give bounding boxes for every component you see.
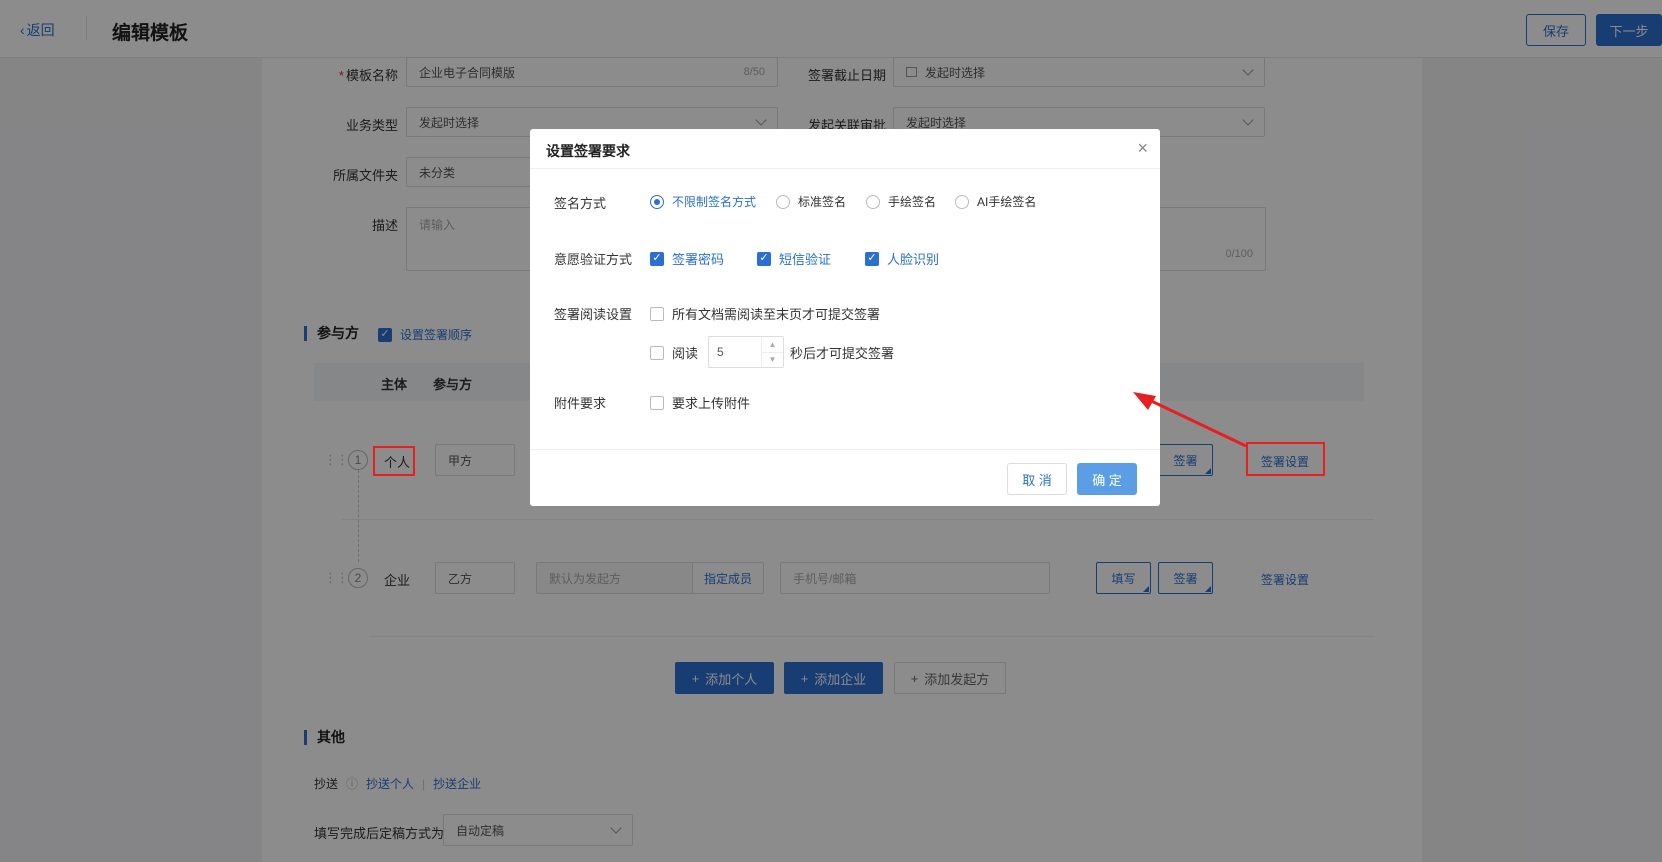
sign-method-standard: 标准签名 <box>798 195 847 209</box>
sign-method-ai-handwritten: AI手绘签名 <box>977 195 1037 209</box>
sign-method-handwritten: 手绘签名 <box>888 195 937 209</box>
modal-header: 设置签署要求 × <box>530 129 1160 169</box>
attach-checkbox[interactable]: 要求上传附件 <box>650 393 750 412</box>
read-seconds-value: 5 <box>717 345 724 359</box>
read-setting-label: 签署阅读设置 <box>554 307 633 322</box>
verify-face: 人脸识别 <box>887 252 940 267</box>
modal-footer-divider <box>530 449 1160 450</box>
read-all-label: 所有文档需阅读至末页才可提交签署 <box>672 307 881 322</box>
checkbox-icon <box>650 345 664 360</box>
cancel-button[interactable]: 取 消 <box>1007 463 1067 495</box>
confirm-button[interactable]: 确 定 <box>1077 463 1137 495</box>
verify-label: 意愿验证方式 <box>554 252 633 267</box>
checkbox-checked-icon: ✓ <box>650 251 664 266</box>
read-seconds-stepper[interactable]: 5 ▲ ▼ <box>708 336 784 368</box>
read-prefix: 阅读 <box>672 346 699 361</box>
checkbox-checked-icon: ✓ <box>757 251 771 266</box>
sign-method-unlimited: 不限制签名方式 <box>672 195 757 209</box>
radio-icon <box>955 194 969 209</box>
chevron-down-icon[interactable]: ▼ <box>762 353 783 368</box>
verify-option[interactable]: ✓ 人脸识别 <box>865 249 939 268</box>
checkbox-icon <box>650 395 664 410</box>
attach-label: 附件要求 <box>554 396 607 411</box>
read-seconds-checkbox[interactable]: 阅读 <box>650 343 698 362</box>
verify-sms: 短信验证 <box>779 252 832 267</box>
attach-option-label: 要求上传附件 <box>672 396 751 411</box>
annotation-box <box>1246 442 1325 476</box>
sign-method-option[interactable]: 标准签名 <box>776 193 846 210</box>
sign-method-option[interactable]: 不限制签名方式 <box>650 193 756 210</box>
radio-icon <box>776 194 790 209</box>
verify-option[interactable]: ✓ 签署密码 <box>650 249 724 268</box>
verify-password: 签署密码 <box>672 252 725 267</box>
read-suffix: 秒后才可提交签署 <box>790 346 895 361</box>
radio-icon <box>866 194 880 209</box>
read-all-checkbox[interactable]: 所有文档需阅读至末页才可提交签署 <box>650 304 880 323</box>
stepper-arrows: ▲ ▼ <box>761 337 783 367</box>
chevron-up-icon[interactable]: ▲ <box>762 337 783 353</box>
close-icon[interactable]: × <box>1137 138 1148 159</box>
checkbox-checked-icon: ✓ <box>865 251 879 266</box>
verify-option[interactable]: ✓ 短信验证 <box>757 249 831 268</box>
sign-method-option[interactable]: 手绘签名 <box>866 193 936 210</box>
sign-method-option[interactable]: AI手绘签名 <box>955 193 1036 210</box>
sign-requirements-modal: 设置签署要求 × 签名方式 不限制签名方式 标准签名 手绘签名 AI手绘签名 意… <box>530 129 1160 506</box>
annotation-box <box>373 446 415 476</box>
radio-checked-icon <box>650 194 664 209</box>
modal-title: 设置签署要求 <box>546 143 630 159</box>
sign-method-label: 签名方式 <box>554 196 607 211</box>
checkbox-icon <box>650 306 664 321</box>
